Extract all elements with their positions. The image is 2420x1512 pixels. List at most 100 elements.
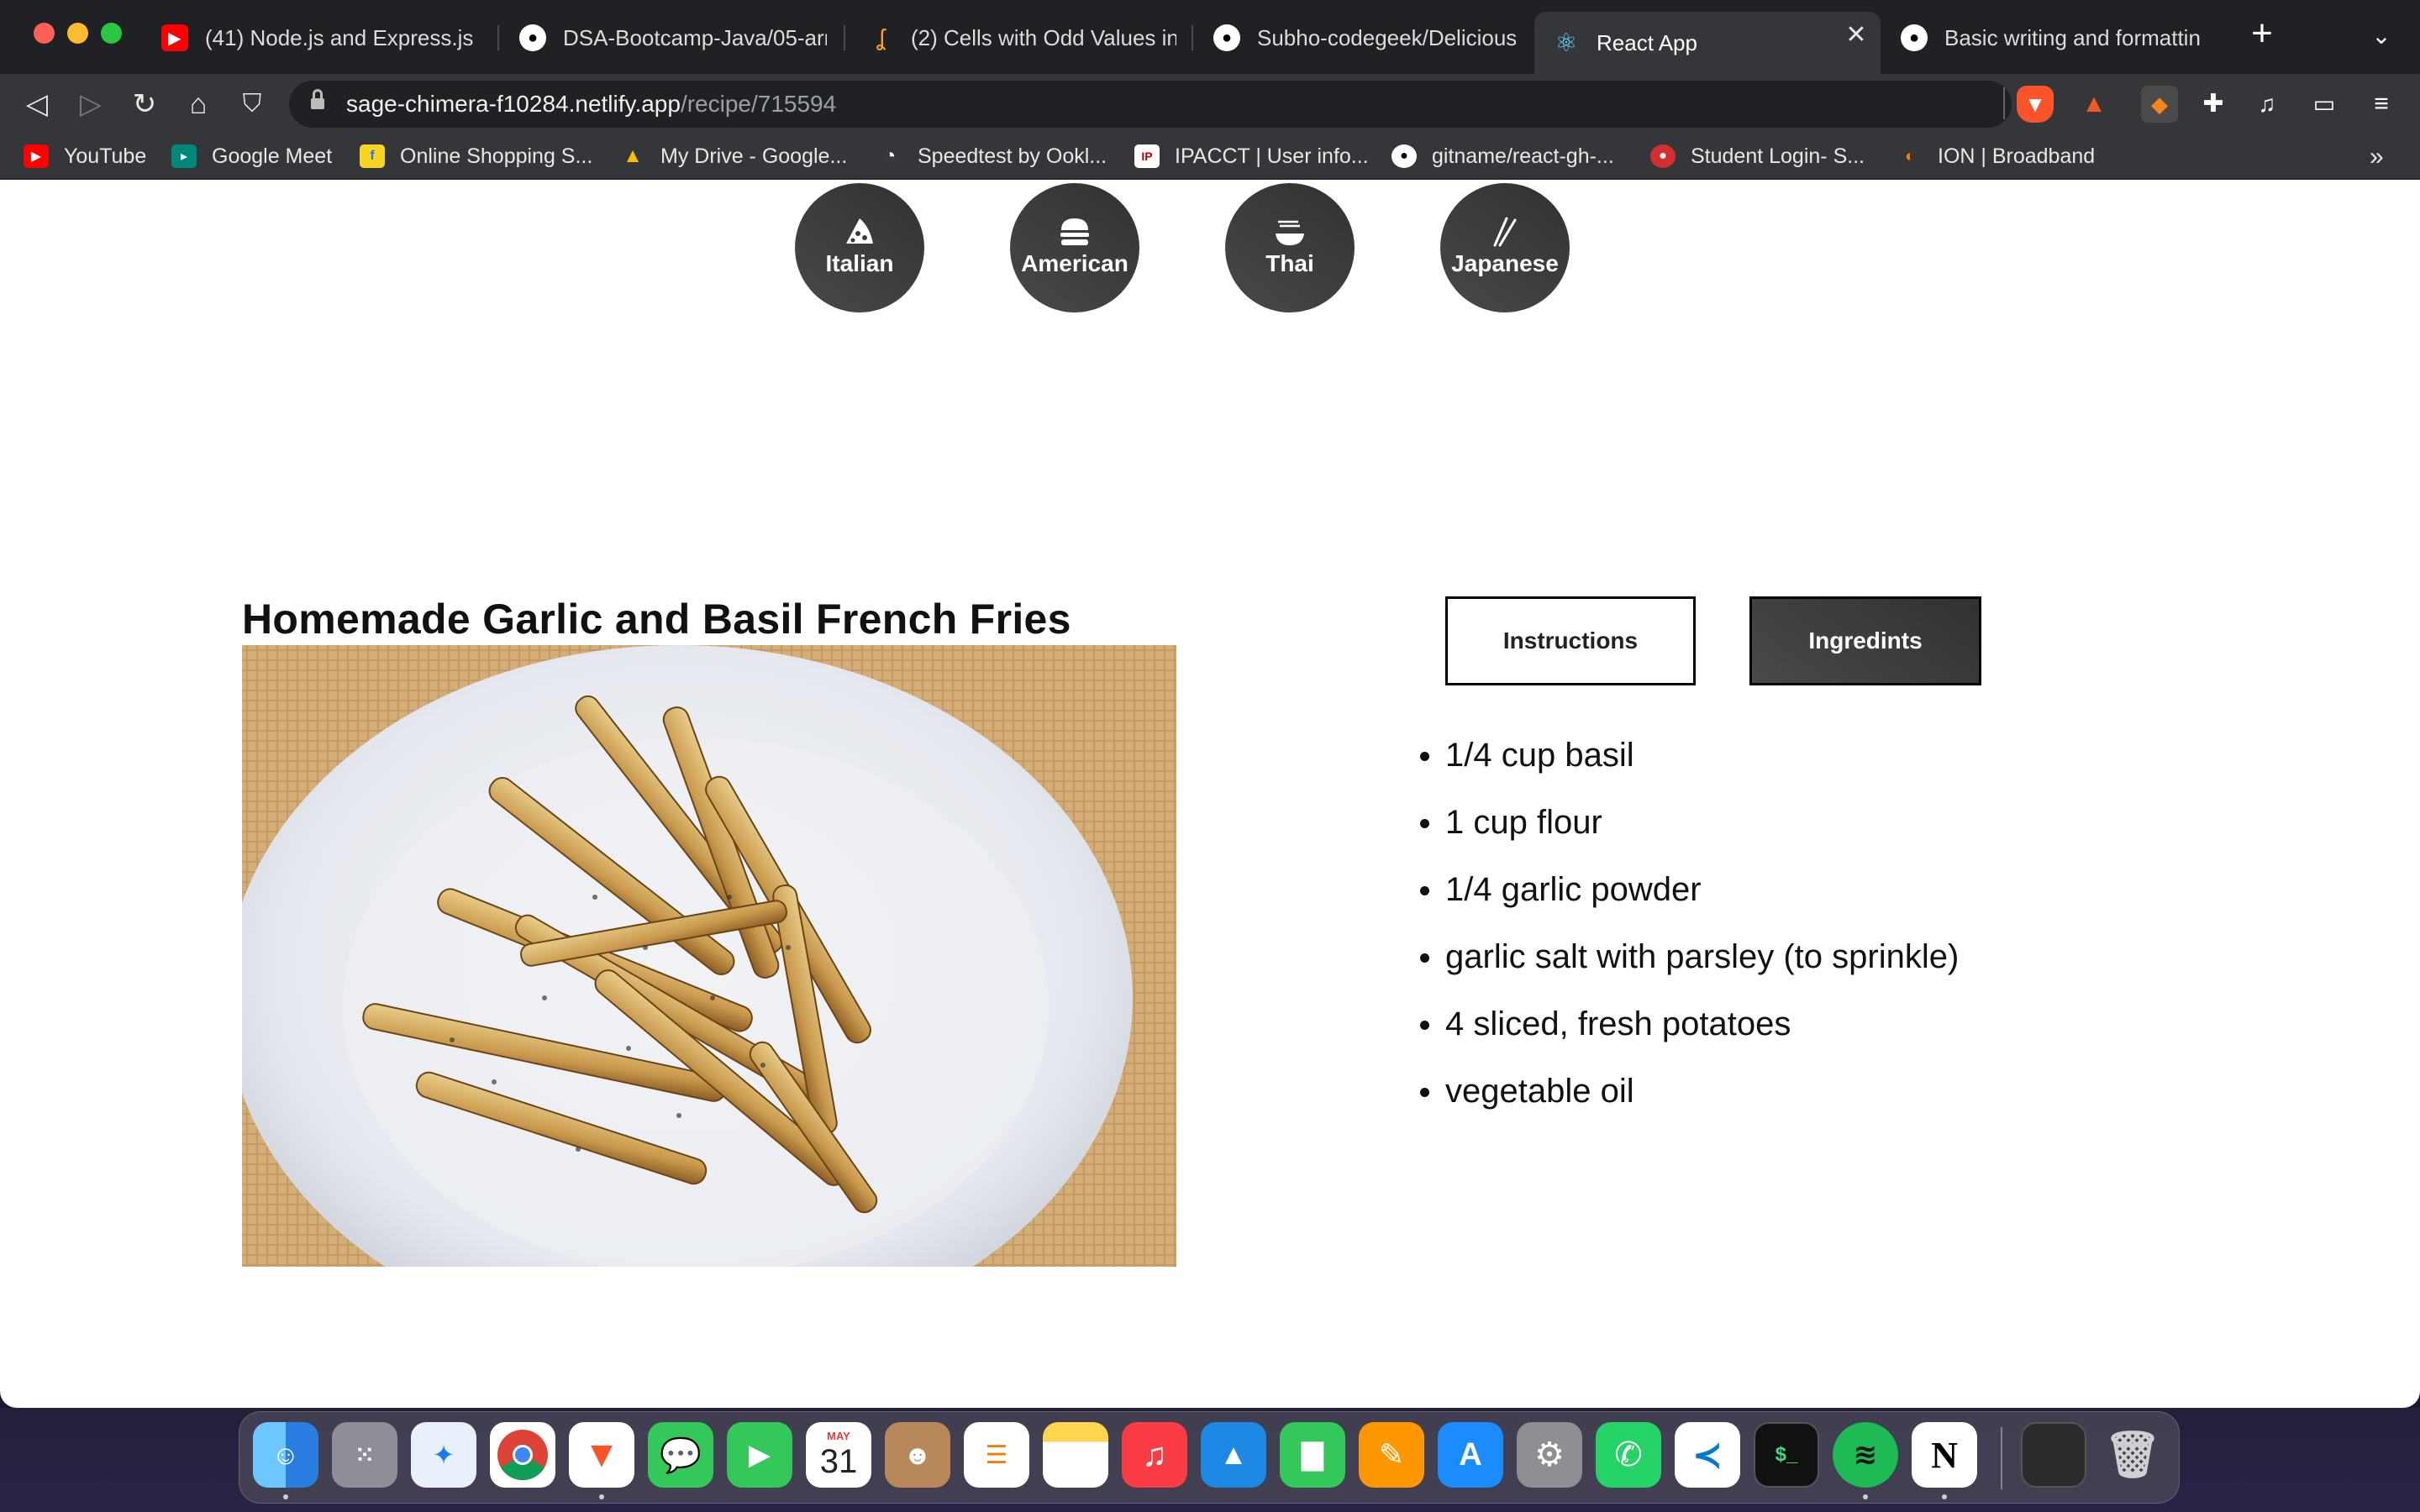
close-tab-icon[interactable]: ✕: [1844, 23, 1869, 49]
address-bar[interactable]: sage-chimera-f10284.netlify.app/recipe/7…: [289, 81, 2012, 128]
speedtest-icon: ◔: [883, 144, 897, 167]
bookmark-ion-broadband[interactable]: ◐ ION | Broadband: [1897, 143, 2095, 170]
facetime-icon[interactable]: ▶: [727, 1422, 792, 1488]
browser-tab[interactable]: ▶ (41) Node.js and Express.js - F: [143, 12, 496, 64]
launchpad-icon[interactable]: ⁙: [332, 1422, 397, 1488]
leetcode-icon: ʆ: [876, 24, 885, 50]
bookmark-label: IPACCT | User info...: [1175, 144, 1369, 168]
ingredients-tab-button[interactable]: Ingredints: [1749, 596, 1981, 685]
vscode-icon[interactable]: ≺: [1675, 1422, 1740, 1488]
browser-tab[interactable]: ● Basic writing and formatting s: [1882, 12, 2218, 64]
keynote-icon[interactable]: ▲: [1201, 1422, 1266, 1488]
bookmark-icon[interactable]: ⛉: [234, 86, 271, 123]
notes-icon[interactable]: [1043, 1422, 1108, 1488]
system-preferences-icon[interactable]: ⚙: [1517, 1422, 1582, 1488]
menu-icon[interactable]: ≡: [2363, 86, 2400, 123]
bookmark-speedtest[interactable]: ◔ Speedtest by Ookl...: [877, 143, 1107, 170]
bookmark-google-meet[interactable]: ▸ Google Meet: [171, 143, 332, 170]
numbers-icon[interactable]: ▇: [1280, 1422, 1345, 1488]
ingredient-item: 1/4 garlic powder: [1419, 869, 1959, 936]
ingredients-list: 1/4 cup basil 1 cup flour 1/4 garlic pow…: [1419, 734, 1959, 1137]
cuisine-category-nav: Italian American Thai Japanese: [795, 183, 1635, 312]
bookmark-label: My Drive - Google...: [660, 144, 848, 168]
more-bookmarks-button[interactable]: »: [2370, 143, 2384, 171]
contacts-icon[interactable]: ☻: [885, 1422, 950, 1488]
ion-broadband-icon: ◐: [1904, 146, 1916, 165]
bookmark-online-shopping[interactable]: f Online Shopping S...: [360, 143, 592, 170]
finder-icon[interactable]: ☺: [253, 1422, 318, 1488]
burger-icon: [1060, 218, 1089, 245]
divider: [2003, 87, 2005, 119]
chrome-icon[interactable]: [490, 1422, 555, 1488]
ingredient-item: vegetable oil: [1419, 1070, 1959, 1137]
app-store-icon[interactable]: A: [1438, 1422, 1503, 1488]
google-meet-icon: ▸: [171, 144, 197, 168]
brave-browser-icon[interactable]: ▼: [569, 1422, 634, 1488]
minimized-window-thumbnail[interactable]: [2021, 1422, 2086, 1488]
running-indicator: [283, 1494, 288, 1499]
trash-icon[interactable]: 🗑: [2100, 1422, 2165, 1488]
tab-title: DSA-Bootcamp-Java/05-array: [563, 24, 827, 50]
metamask-icon[interactable]: ◆: [2141, 86, 2178, 123]
music-icon[interactable]: ♫: [1122, 1422, 1187, 1488]
url-text[interactable]: sage-chimera-f10284.netlify.app/recipe/7…: [346, 91, 836, 118]
tab-title: Subho-codegeek/Delicious-R: [1257, 24, 1516, 50]
bookmark-my-drive[interactable]: ▲ My Drive - Google...: [620, 143, 847, 170]
bookmark-label: YouTube: [64, 144, 147, 168]
bookmark-gitname[interactable]: ● gitname/react-gh-...: [1392, 143, 1614, 170]
instructions-tab-button[interactable]: Instructions: [1445, 596, 1696, 685]
spotify-icon[interactable]: ≋: [1833, 1422, 1898, 1488]
lock-icon: [311, 89, 324, 111]
brave-rewards-icon[interactable]: ▲: [2075, 86, 2112, 123]
brave-shields-icon[interactable]: ▼: [2017, 86, 2054, 123]
zoom-window-button[interactable]: [101, 23, 122, 44]
browser-tab[interactable]: ʆ (2) Cells with Odd Values in a: [849, 12, 1195, 64]
noodle-bowl-icon: [1276, 220, 1304, 245]
cuisine-link-japanese[interactable]: Japanese: [1440, 183, 1570, 312]
terminal-icon[interactable]: $_: [1754, 1422, 1819, 1488]
messages-icon[interactable]: 💬: [648, 1422, 713, 1488]
extensions-puzzle-icon[interactable]: ✚: [2195, 86, 2232, 123]
tab-title: (2) Cells with Odd Values in a: [911, 24, 1176, 50]
bookmark-youtube[interactable]: ▶ YouTube: [24, 143, 146, 170]
browser-tab[interactable]: ● DSA-Bootcamp-Java/05-array: [501, 12, 845, 64]
calendar-day: 31: [819, 1443, 858, 1480]
new-tab-button[interactable]: +: [2244, 15, 2281, 54]
safari-icon[interactable]: ✦: [411, 1422, 476, 1488]
reminders-icon[interactable]: ☰: [964, 1422, 1029, 1488]
forward-arrow-icon[interactable]: ▷: [72, 86, 109, 123]
react-icon: ⚛: [1555, 29, 1578, 57]
reload-icon[interactable]: ↻: [126, 86, 163, 123]
ipacct-icon: IP: [1134, 144, 1160, 168]
minimize-window-button[interactable]: [67, 23, 88, 44]
cuisine-label: Italian: [825, 250, 894, 276]
close-window-button[interactable]: [34, 23, 55, 44]
bookmark-ipacct[interactable]: IP IPACCT | User info...: [1134, 143, 1369, 170]
youtube-icon: ▶: [161, 24, 188, 51]
calendar-month: MAY: [827, 1430, 850, 1442]
ingredient-item: 1 cup flour: [1419, 801, 1959, 869]
cuisine-label: American: [1021, 250, 1128, 276]
pages-icon[interactable]: ✎: [1359, 1422, 1424, 1488]
navigation-toolbar: ◁ ▷ ↻ ⌂ ⛉ sage-chimera-f10284.netlify.ap…: [0, 74, 2420, 133]
media-controls-icon[interactable]: ♫: [2249, 86, 2286, 123]
home-icon[interactable]: ⌂: [180, 86, 217, 123]
bookmarks-bar: ▶ YouTube ▸ Google Meet f Online Shoppin…: [0, 133, 2420, 180]
cuisine-link-thai[interactable]: Thai: [1225, 183, 1355, 312]
browser-tab-active[interactable]: ⚛ React App ✕: [1534, 12, 1881, 74]
whatsapp-icon[interactable]: ✆: [1596, 1422, 1661, 1488]
notion-icon[interactable]: N: [1912, 1422, 1977, 1488]
cuisine-label: Thai: [1265, 250, 1314, 276]
browser-tab[interactable]: ● Subho-codegeek/Delicious-R: [1195, 12, 1534, 64]
ingredient-item: 1/4 cup basil: [1419, 734, 1959, 801]
cuisine-link-american[interactable]: American: [1010, 183, 1139, 312]
chrome-logo: [497, 1430, 548, 1481]
tab-search-chevron-icon[interactable]: ⌄: [2366, 22, 2396, 52]
back-arrow-icon[interactable]: ◁: [18, 86, 55, 123]
bookmark-student-login[interactable]: ● Student Login- S...: [1650, 143, 1865, 170]
tab-separator: [844, 25, 845, 50]
tab-strip: ▶ (41) Node.js and Express.js - F ● DSA-…: [0, 0, 2420, 74]
calendar-icon[interactable]: MAY 31: [806, 1422, 871, 1488]
wallet-icon[interactable]: ▭: [2306, 86, 2343, 123]
cuisine-link-italian[interactable]: Italian: [795, 183, 924, 312]
